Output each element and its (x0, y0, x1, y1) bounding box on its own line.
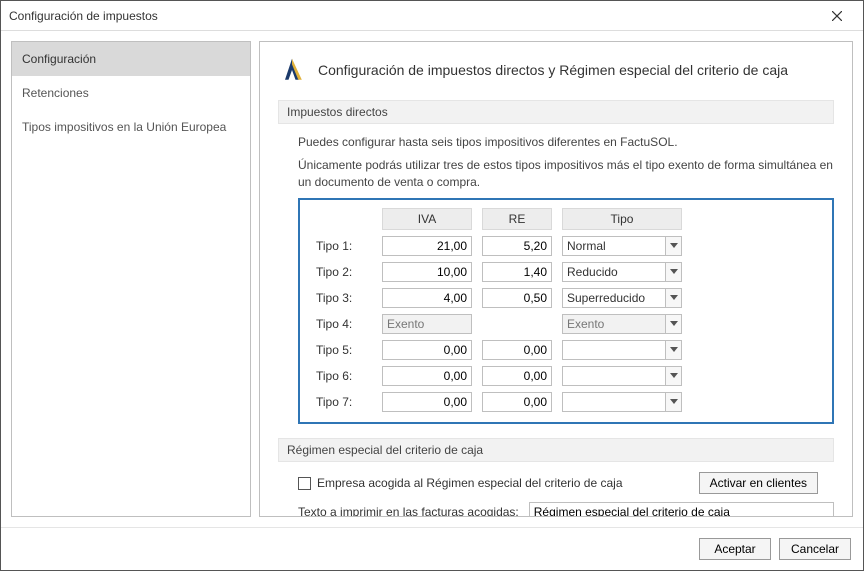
regimen-checkbox[interactable] (298, 477, 311, 490)
sidebar-item-tipos-ue[interactable]: Tipos impositivos en la Unión Europea (12, 110, 250, 144)
chevron-down-icon[interactable] (665, 393, 681, 411)
row-label-tipo-4: Tipo 4: (312, 317, 372, 331)
accept-button[interactable]: Aceptar (699, 538, 771, 560)
tipo-combo-1[interactable]: Normal (562, 236, 682, 256)
re-input-5[interactable] (482, 340, 552, 360)
direct-desc-2: Únicamente podrás utilizar tres de estos… (298, 157, 834, 191)
tipo-combo-text-4: Exento (563, 315, 665, 333)
iva-input-2[interactable] (382, 262, 472, 282)
tipo-combo-text-7 (563, 393, 665, 411)
tipo-combo-text-3: Superreducido (563, 289, 665, 307)
re-input-7[interactable] (482, 392, 552, 412)
iva-input-3[interactable] (382, 288, 472, 308)
activate-clients-button[interactable]: Activar en clientes (699, 472, 818, 494)
window-title: Configuración de impuestos (9, 9, 158, 23)
tipo-combo-3[interactable]: Superreducido (562, 288, 682, 308)
tipo-combo-4: Exento (562, 314, 682, 334)
tipo-combo-6[interactable] (562, 366, 682, 386)
section-header-direct: Impuestos directos (278, 100, 834, 124)
row-label-tipo-1: Tipo 1: (312, 239, 372, 253)
iva-input-6[interactable] (382, 366, 472, 386)
tipo-combo-7[interactable] (562, 392, 682, 412)
chevron-down-icon[interactable] (665, 289, 681, 307)
close-icon (832, 11, 842, 21)
re-input-1[interactable] (482, 236, 552, 256)
iva-input-1[interactable] (382, 236, 472, 256)
re-input-6[interactable] (482, 366, 552, 386)
row-label-tipo-5: Tipo 5: (312, 343, 372, 357)
row-label-tipo-7: Tipo 7: (312, 395, 372, 409)
re-input-4 (482, 314, 552, 334)
direct-desc-1: Puedes configurar hasta seis tipos impos… (298, 134, 834, 151)
sidebar: Configuración Retenciones Tipos impositi… (11, 41, 251, 517)
column-header-re: RE (482, 208, 552, 230)
tax-rate-box: IVA RE Tipo Tipo 1: Normal Tipo 2: Reducido Tip… (298, 198, 834, 424)
iva-input-7[interactable] (382, 392, 472, 412)
cancel-button[interactable]: Cancelar (779, 538, 851, 560)
row-label-tipo-2: Tipo 2: (312, 265, 372, 279)
column-header-iva: IVA (382, 208, 472, 230)
row-label-tipo-6: Tipo 6: (312, 369, 372, 383)
tipo-combo-text-5 (563, 341, 665, 359)
tipo-combo-text-1: Normal (563, 237, 665, 255)
chevron-down-icon (665, 315, 681, 333)
close-button[interactable] (819, 4, 855, 28)
re-input-3[interactable] (482, 288, 552, 308)
main-panel: Configuración de impuestos directos y Ré… (259, 41, 853, 517)
iva-input-5[interactable] (382, 340, 472, 360)
chevron-down-icon[interactable] (665, 341, 681, 359)
print-text-input[interactable] (529, 502, 834, 517)
sidebar-item-configuracion[interactable]: Configuración (12, 42, 250, 76)
row-label-tipo-3: Tipo 3: (312, 291, 372, 305)
tipo-combo-text-6 (563, 367, 665, 385)
chevron-down-icon[interactable] (665, 263, 681, 281)
tipo-combo-text-2: Reducido (563, 263, 665, 281)
re-input-2[interactable] (482, 262, 552, 282)
print-text-label: Texto a imprimir en las facturas acogida… (298, 505, 519, 517)
tipo-combo-2[interactable]: Reducido (562, 262, 682, 282)
agency-logo-icon (278, 56, 306, 84)
section-header-regimen: Régimen especial del criterio de caja (278, 438, 834, 462)
iva-input-4 (382, 314, 472, 334)
chevron-down-icon[interactable] (665, 237, 681, 255)
tipo-combo-5[interactable] (562, 340, 682, 360)
regimen-checkbox-label: Empresa acogida al Régimen especial del … (317, 476, 623, 490)
page-title: Configuración de impuestos directos y Ré… (318, 62, 788, 78)
chevron-down-icon[interactable] (665, 367, 681, 385)
column-header-tipo: Tipo (562, 208, 682, 230)
sidebar-item-retenciones[interactable]: Retenciones (12, 76, 250, 110)
